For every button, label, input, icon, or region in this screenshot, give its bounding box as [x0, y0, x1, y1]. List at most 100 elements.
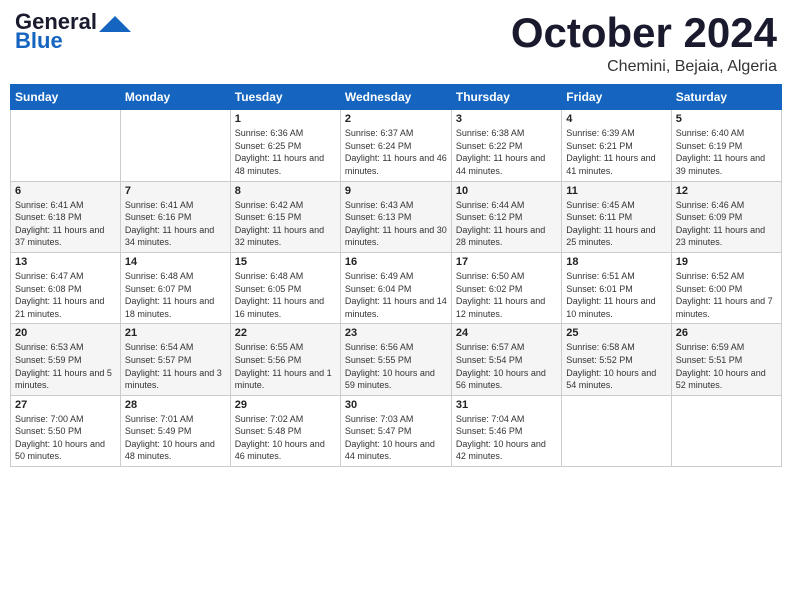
day-number: 3 [456, 113, 557, 125]
day-number: 28 [125, 399, 226, 411]
day-number: 9 [345, 185, 447, 197]
day-number: 8 [235, 185, 336, 197]
day-info: Sunrise: 6:56 AM Sunset: 5:55 PM Dayligh… [345, 341, 447, 391]
col-header-friday: Friday [562, 85, 671, 110]
day-number: 15 [235, 256, 336, 268]
day-info: Sunrise: 6:41 AM Sunset: 6:16 PM Dayligh… [125, 199, 226, 249]
day-number: 7 [125, 185, 226, 197]
day-info: Sunrise: 6:37 AM Sunset: 6:24 PM Dayligh… [345, 127, 447, 177]
col-header-tuesday: Tuesday [230, 85, 340, 110]
calendar-cell [562, 395, 671, 466]
day-info: Sunrise: 6:44 AM Sunset: 6:12 PM Dayligh… [456, 199, 557, 249]
day-number: 2 [345, 113, 447, 125]
day-info: Sunrise: 6:59 AM Sunset: 5:51 PM Dayligh… [676, 341, 777, 391]
day-number: 23 [345, 327, 447, 339]
calendar-cell: 13 Sunrise: 6:47 AM Sunset: 6:08 PM Dayli… [11, 252, 121, 323]
day-info: Sunrise: 6:55 AM Sunset: 5:56 PM Dayligh… [235, 341, 336, 391]
calendar-cell: 22 Sunrise: 6:55 AM Sunset: 5:56 PM Dayli… [230, 324, 340, 395]
day-info: Sunrise: 6:54 AM Sunset: 5:57 PM Dayligh… [125, 341, 226, 391]
calendar-cell: 21 Sunrise: 6:54 AM Sunset: 5:57 PM Dayli… [120, 324, 230, 395]
calendar-week-row: 1Sunrise: 6:36 AM Sunset: 6:25 PM Daylig… [11, 110, 782, 181]
logo: General Blue [15, 10, 131, 52]
col-header-sunday: Sunday [11, 85, 121, 110]
calendar-week-row: 6 Sunrise: 6:41 AM Sunset: 6:18 PM Daylig… [11, 181, 782, 252]
calendar-cell: 4 Sunrise: 6:39 AM Sunset: 6:21 PM Daylig… [562, 110, 671, 181]
day-info: Sunrise: 6:39 AM Sunset: 6:21 PM Dayligh… [566, 127, 666, 177]
day-info: Sunrise: 6:52 AM Sunset: 6:00 PM Dayligh… [676, 270, 777, 320]
calendar-cell: 31Sunrise: 7:04 AM Sunset: 5:46 PM Dayli… [451, 395, 561, 466]
col-header-thursday: Thursday [451, 85, 561, 110]
day-info: Sunrise: 6:48 AM Sunset: 6:05 PM Dayligh… [235, 270, 336, 320]
day-info: Sunrise: 6:51 AM Sunset: 6:01 PM Dayligh… [566, 270, 666, 320]
calendar-cell: 7 Sunrise: 6:41 AM Sunset: 6:16 PM Daylig… [120, 181, 230, 252]
calendar-cell: 17Sunrise: 6:50 AM Sunset: 6:02 PM Dayli… [451, 252, 561, 323]
day-number: 16 [345, 256, 447, 268]
calendar-cell: 23 Sunrise: 6:56 AM Sunset: 5:55 PM Dayli… [340, 324, 451, 395]
day-info: Sunrise: 6:36 AM Sunset: 6:25 PM Dayligh… [235, 127, 336, 177]
day-info: Sunrise: 6:57 AM Sunset: 5:54 PM Dayligh… [456, 341, 557, 391]
day-number: 27 [15, 399, 116, 411]
calendar-cell: 19Sunrise: 6:52 AM Sunset: 6:00 PM Dayli… [671, 252, 781, 323]
calendar-cell: 3 Sunrise: 6:38 AM Sunset: 6:22 PM Daylig… [451, 110, 561, 181]
calendar-week-row: 27 Sunrise: 7:00 AM Sunset: 5:50 PM Dayli… [11, 395, 782, 466]
calendar-cell: 27 Sunrise: 7:00 AM Sunset: 5:50 PM Dayli… [11, 395, 121, 466]
day-info: Sunrise: 7:00 AM Sunset: 5:50 PM Dayligh… [15, 413, 116, 463]
day-info: Sunrise: 7:01 AM Sunset: 5:49 PM Dayligh… [125, 413, 226, 463]
day-info: Sunrise: 6:40 AM Sunset: 6:19 PM Dayligh… [676, 127, 777, 177]
day-info: Sunrise: 6:46 AM Sunset: 6:09 PM Dayligh… [676, 199, 777, 249]
col-header-monday: Monday [120, 85, 230, 110]
day-number: 20 [15, 327, 116, 339]
calendar-cell: 25 Sunrise: 6:58 AM Sunset: 5:52 PM Dayli… [562, 324, 671, 395]
day-number: 21 [125, 327, 226, 339]
day-number: 29 [235, 399, 336, 411]
location: Chemini, Bejaia, Algeria [511, 58, 777, 76]
day-number: 30 [345, 399, 447, 411]
calendar-cell: 10 Sunrise: 6:44 AM Sunset: 6:12 PM Dayli… [451, 181, 561, 252]
day-info: Sunrise: 7:04 AM Sunset: 5:46 PM Dayligh… [456, 413, 557, 463]
day-number: 11 [566, 185, 666, 197]
day-info: Sunrise: 6:47 AM Sunset: 6:08 PM Dayligh… [15, 270, 116, 320]
day-number: 10 [456, 185, 557, 197]
calendar-cell: 11 Sunrise: 6:45 AM Sunset: 6:11 PM Dayli… [562, 181, 671, 252]
col-header-saturday: Saturday [671, 85, 781, 110]
day-info: Sunrise: 6:43 AM Sunset: 6:13 PM Dayligh… [345, 199, 447, 249]
calendar-week-row: 20Sunrise: 6:53 AM Sunset: 5:59 PM Dayli… [11, 324, 782, 395]
calendar-cell: 2 Sunrise: 6:37 AM Sunset: 6:24 PM Daylig… [340, 110, 451, 181]
day-number: 4 [566, 113, 666, 125]
logo-icon [99, 14, 131, 34]
calendar-cell: 9 Sunrise: 6:43 AM Sunset: 6:13 PM Daylig… [340, 181, 451, 252]
day-number: 13 [15, 256, 116, 268]
calendar-cell: 6 Sunrise: 6:41 AM Sunset: 6:18 PM Daylig… [11, 181, 121, 252]
logo-blue: Blue [15, 30, 63, 52]
calendar-cell [671, 395, 781, 466]
day-number: 25 [566, 327, 666, 339]
calendar-cell: 28 Sunrise: 7:01 AM Sunset: 5:49 PM Dayli… [120, 395, 230, 466]
day-info: Sunrise: 6:38 AM Sunset: 6:22 PM Dayligh… [456, 127, 557, 177]
calendar-cell: 20Sunrise: 6:53 AM Sunset: 5:59 PM Dayli… [11, 324, 121, 395]
calendar-cell: 26 Sunrise: 6:59 AM Sunset: 5:51 PM Dayli… [671, 324, 781, 395]
day-number: 26 [676, 327, 777, 339]
day-info: Sunrise: 6:45 AM Sunset: 6:11 PM Dayligh… [566, 199, 666, 249]
day-number: 18 [566, 256, 666, 268]
calendar-cell: 5Sunrise: 6:40 AM Sunset: 6:19 PM Daylig… [671, 110, 781, 181]
calendar-cell [11, 110, 121, 181]
calendar-cell: 16 Sunrise: 6:49 AM Sunset: 6:04 PM Dayli… [340, 252, 451, 323]
day-info: Sunrise: 7:03 AM Sunset: 5:47 PM Dayligh… [345, 413, 447, 463]
calendar-cell: 1Sunrise: 6:36 AM Sunset: 6:25 PM Daylig… [230, 110, 340, 181]
title-block: October 2024 Chemini, Bejaia, Algeria [511, 10, 777, 76]
page-header: General Blue October 2024 Chemini, Bejai… [10, 10, 782, 76]
day-info: Sunrise: 6:49 AM Sunset: 6:04 PM Dayligh… [345, 270, 447, 320]
day-number: 17 [456, 256, 557, 268]
calendar-cell: 12Sunrise: 6:46 AM Sunset: 6:09 PM Dayli… [671, 181, 781, 252]
month-title: October 2024 [511, 10, 777, 56]
col-header-wednesday: Wednesday [340, 85, 451, 110]
calendar-cell [120, 110, 230, 181]
day-number: 6 [15, 185, 116, 197]
calendar-cell: 15 Sunrise: 6:48 AM Sunset: 6:05 PM Dayli… [230, 252, 340, 323]
calendar-cell: 18 Sunrise: 6:51 AM Sunset: 6:01 PM Dayli… [562, 252, 671, 323]
calendar-cell: 29Sunrise: 7:02 AM Sunset: 5:48 PM Dayli… [230, 395, 340, 466]
calendar-cell: 30 Sunrise: 7:03 AM Sunset: 5:47 PM Dayli… [340, 395, 451, 466]
day-info: Sunrise: 6:58 AM Sunset: 5:52 PM Dayligh… [566, 341, 666, 391]
day-info: Sunrise: 6:41 AM Sunset: 6:18 PM Dayligh… [15, 199, 116, 249]
day-number: 22 [235, 327, 336, 339]
